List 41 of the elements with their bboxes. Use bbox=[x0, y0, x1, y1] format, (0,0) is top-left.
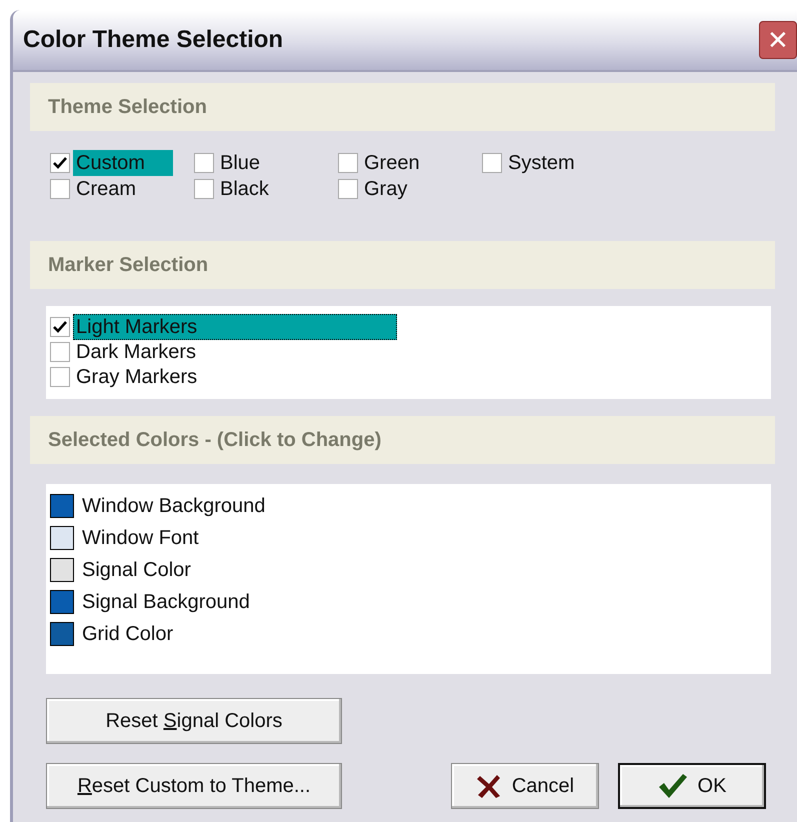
theme-option[interactable]: Cream bbox=[73, 176, 173, 202]
theme-option[interactable]: Black bbox=[217, 176, 317, 202]
marker-option[interactable]: Dark Markers bbox=[73, 338, 397, 364]
theme-option[interactable]: Gray bbox=[361, 176, 461, 202]
checkbox[interactable] bbox=[50, 342, 70, 362]
close-button[interactable]: ✕ bbox=[759, 21, 797, 59]
checkbox[interactable] bbox=[194, 153, 214, 173]
checkbox[interactable] bbox=[338, 179, 358, 199]
checkbox[interactable] bbox=[50, 179, 70, 199]
section-title: Selected Colors - (Click to Change) bbox=[48, 428, 382, 452]
cancel-button[interactable]: Cancel bbox=[451, 763, 599, 809]
color-label[interactable]: Window Background bbox=[82, 494, 266, 518]
theme-option[interactable]: Blue bbox=[217, 150, 317, 176]
window-title: Color Theme Selection bbox=[23, 26, 284, 54]
color-swatch[interactable] bbox=[50, 526, 74, 550]
reset-button[interactable]: Reset Signal Colors bbox=[46, 698, 342, 744]
color-label[interactable]: Signal Color bbox=[82, 558, 191, 582]
checkbox[interactable] bbox=[50, 366, 70, 386]
reset-button[interactable]: Reset Custom to Theme... bbox=[46, 763, 342, 809]
marker-option[interactable]: Gray Markers bbox=[73, 364, 397, 390]
checkbox[interactable] bbox=[338, 153, 358, 173]
color-swatch[interactable] bbox=[50, 558, 74, 582]
color-swatch[interactable] bbox=[50, 494, 74, 518]
checkmark-icon bbox=[658, 773, 688, 799]
section-title: Theme Selection bbox=[48, 96, 207, 118]
checkbox[interactable] bbox=[194, 179, 214, 199]
theme-option[interactable]: Custom bbox=[73, 150, 173, 176]
color-swatch[interactable] bbox=[50, 590, 74, 614]
cross-icon bbox=[476, 773, 502, 799]
ok-button[interactable]: OK bbox=[618, 763, 766, 809]
color-label[interactable]: Signal Background bbox=[82, 590, 250, 614]
color-label[interactable]: Grid Color bbox=[82, 622, 174, 646]
theme-option[interactable]: Green bbox=[361, 150, 461, 176]
checkbox[interactable] bbox=[50, 316, 70, 336]
color-swatch[interactable] bbox=[50, 622, 74, 646]
marker-option[interactable]: Light Markers bbox=[73, 314, 397, 340]
checkbox[interactable] bbox=[482, 153, 502, 173]
color-label[interactable]: Window Font bbox=[82, 526, 199, 550]
checkbox[interactable] bbox=[50, 153, 70, 173]
theme-option[interactable]: System bbox=[505, 150, 605, 176]
section-title: Marker Selection bbox=[48, 254, 208, 276]
